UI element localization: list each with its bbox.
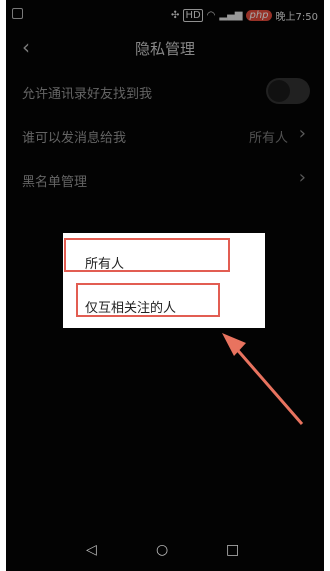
highlight-box — [64, 238, 230, 272]
circle-home-icon[interactable]: ○ — [156, 542, 168, 558]
square-recents-icon[interactable]: □ — [226, 542, 239, 558]
triangle-back-icon[interactable]: ◁ — [86, 542, 97, 558]
navigation-bar: ◁ ○ □ — [6, 530, 324, 571]
highlight-box — [76, 283, 220, 317]
